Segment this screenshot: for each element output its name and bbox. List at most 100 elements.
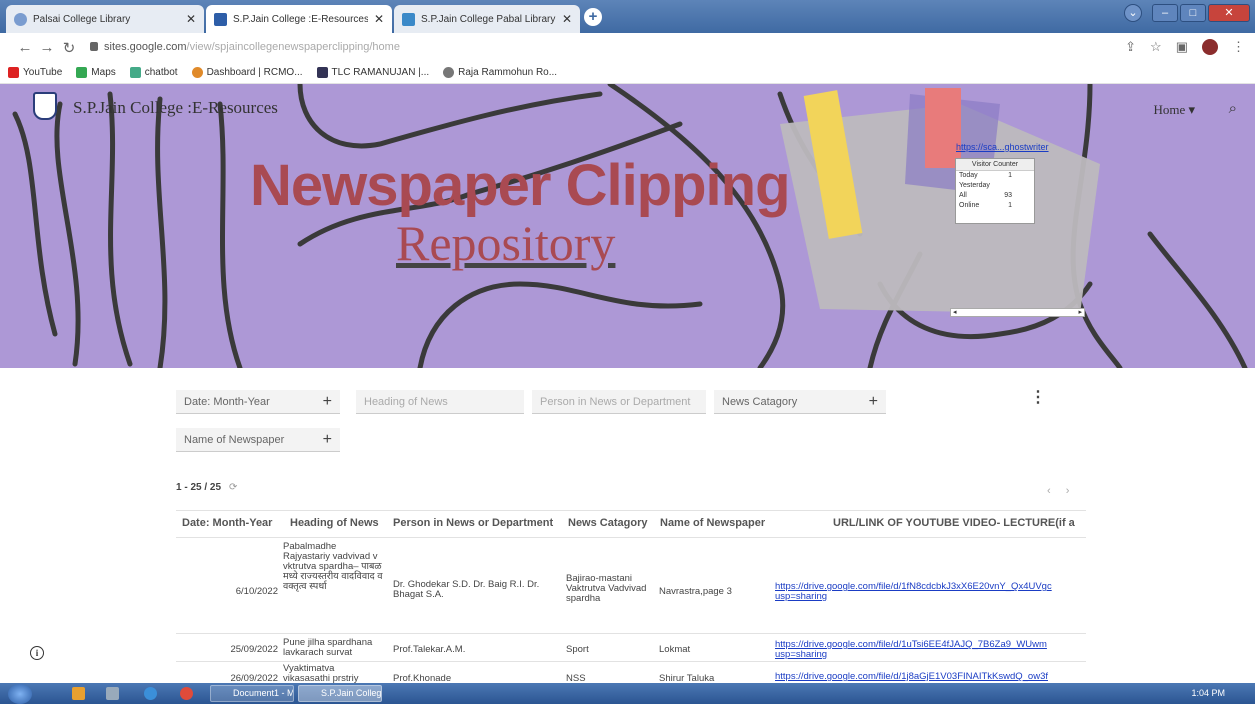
counter-row: Online 1 bbox=[959, 202, 1012, 209]
maximize-icon[interactable]: □ bbox=[1180, 4, 1206, 22]
bookmark-tlc[interactable]: TLC RAMANUJAN |... bbox=[316, 67, 430, 78]
col-header-category[interactable]: News Catagory bbox=[568, 517, 647, 529]
scroll-right-icon[interactable]: ▸ bbox=[1078, 309, 1082, 316]
info-icon[interactable]: i bbox=[30, 646, 44, 660]
system-clock[interactable]: 1:04 PM bbox=[1191, 688, 1225, 698]
cell-newspaper: Navrastra,page 3 bbox=[659, 586, 732, 597]
bookmark-label: TLC RAMANUJAN |... bbox=[331, 67, 430, 78]
tab-search-icon[interactable]: ⌄ bbox=[1124, 4, 1142, 22]
chrome-icon[interactable] bbox=[180, 687, 193, 700]
menu-icon[interactable]: ⋮ bbox=[1232, 39, 1245, 55]
share-icon[interactable]: ⇪ bbox=[1125, 39, 1136, 55]
tab-e-resources[interactable]: S.P.Jain College :E-Resources ✕ bbox=[206, 5, 392, 33]
col-header-date[interactable]: Date: Month-Year bbox=[182, 517, 272, 529]
url-path: /view/spjaincollegenewspaperclipping/hom… bbox=[186, 41, 400, 53]
filter-heading[interactable]: Heading of News bbox=[356, 390, 524, 414]
tab-library[interactable]: Palsai College Library ✕ bbox=[6, 5, 204, 33]
url-host: sites.google.com bbox=[104, 41, 187, 53]
sidepanel-icon[interactable]: ▣ bbox=[1176, 39, 1188, 55]
tab-label: S.P.Jain College Pabal Library Pr... bbox=[421, 13, 556, 25]
close-icon[interactable]: ✕ bbox=[186, 12, 196, 26]
cell-category: Sport bbox=[566, 644, 589, 655]
bookmark-raja-rammohun[interactable]: Raja Rammohun Ro... bbox=[443, 67, 557, 78]
bookmark-chatbot[interactable]: chatbot bbox=[129, 67, 178, 78]
task-chrome-window[interactable]: S.P.Jain College :E-R... bbox=[298, 685, 382, 702]
cell-link[interactable]: https://drive.google.com/file/d/1uTsi6EE… bbox=[775, 640, 1085, 660]
bookmark-dashboard[interactable]: Dashboard | RCMO... bbox=[191, 67, 303, 78]
maps-icon bbox=[76, 67, 88, 78]
home-nav-menu[interactable]: Home ▾ bbox=[1153, 102, 1195, 118]
cell-link[interactable]: https://drive.google.com/file/d/1fN8cdcb… bbox=[775, 582, 1085, 602]
filter-label: Name of Newspaper bbox=[184, 434, 285, 446]
filter-label: Heading of News bbox=[364, 396, 448, 408]
col-header-url[interactable]: URL/LINK OF YOUTUBE VIDEO- LECTURE(if a bbox=[833, 517, 1085, 529]
filter-category[interactable]: News Catagory + bbox=[714, 390, 886, 414]
bookmark-maps[interactable]: Maps bbox=[76, 67, 116, 78]
cell-date: 6/10/2022 bbox=[235, 586, 278, 597]
profile-avatar[interactable] bbox=[1202, 39, 1218, 55]
forward-icon[interactable]: → bbox=[36, 39, 58, 56]
hero-title-line2[interactable]: Repository bbox=[396, 214, 615, 272]
filter-label: News Catagory bbox=[722, 396, 798, 408]
explorer-icon[interactable] bbox=[72, 687, 85, 700]
dashboard-icon bbox=[191, 67, 203, 78]
new-tab-button[interactable]: + bbox=[584, 8, 602, 26]
reload-icon[interactable]: ↻ bbox=[58, 39, 80, 57]
ie-icon[interactable] bbox=[144, 687, 157, 700]
scroll-left-icon[interactable]: ◂ bbox=[953, 309, 957, 316]
cell-link[interactable]: https://drive.google.com/file/d/1j8aGjE1… bbox=[775, 672, 1085, 682]
task-word-document[interactable]: Document1 - Micros... bbox=[210, 685, 294, 702]
counter-row: Yesterday bbox=[959, 182, 990, 189]
cell-date: 25/09/2022 bbox=[230, 644, 278, 655]
tab-label: S.P.Jain College :E-Resources bbox=[233, 13, 368, 25]
filter-newspaper[interactable]: Name of Newspaper + bbox=[176, 428, 340, 452]
star-icon[interactable]: ☆ bbox=[1150, 39, 1162, 55]
add-filter-icon[interactable]: + bbox=[323, 428, 332, 452]
refresh-icon[interactable]: ⟳ bbox=[229, 482, 237, 493]
tab-label: Palsai College Library bbox=[33, 13, 131, 25]
cell-heading: Pabalmadhe Rajyastariy vadvivad v vktrut… bbox=[283, 541, 383, 592]
cell-person: Dr. Ghodekar S.D. Dr. Baig R.I. Dr. Bhag… bbox=[393, 579, 540, 600]
lock-icon bbox=[90, 42, 98, 51]
tab-library-portal[interactable]: S.P.Jain College Pabal Library Pr... ✕ bbox=[394, 5, 580, 33]
bookmark-label: chatbot bbox=[144, 67, 178, 78]
address-bar[interactable]: sites.google.com/view/spjaincollegenewsp… bbox=[90, 37, 1100, 58]
bookmark-youtube[interactable]: YouTube bbox=[8, 67, 62, 78]
filter-date[interactable]: Date: Month-Year + bbox=[176, 390, 340, 414]
filter-label: Date: Month-Year bbox=[184, 396, 270, 408]
os-taskbar: Document1 - Micros... S.P.Jain College :… bbox=[0, 683, 1255, 704]
cell-heading: Pune jilha spardhana lavkarach survat bbox=[283, 637, 373, 658]
search-icon[interactable]: ⌕ bbox=[1229, 100, 1237, 117]
pagination-arrows[interactable]: ‹ › bbox=[1047, 485, 1075, 497]
start-button[interactable] bbox=[8, 684, 32, 704]
close-icon[interactable]: ✕ bbox=[374, 12, 384, 26]
media-icon[interactable] bbox=[106, 687, 119, 700]
chatbot-icon bbox=[129, 67, 141, 78]
cell-newspaper: Lokmat bbox=[659, 644, 691, 655]
cell-heading: Vyaktimatva vikasasathi prstriy bbox=[283, 664, 359, 683]
globe-icon bbox=[443, 67, 455, 78]
counter-header: Visitor Counter bbox=[956, 159, 1034, 171]
tlc-icon bbox=[316, 67, 328, 78]
col-header-heading[interactable]: Heading of News bbox=[290, 517, 379, 529]
minimize-icon[interactable]: – bbox=[1152, 4, 1178, 22]
record-count: 1 - 25 / 25 ⟳ bbox=[176, 482, 237, 493]
col-header-newspaper[interactable]: Name of Newspaper bbox=[660, 517, 765, 529]
close-icon[interactable]: ✕ bbox=[562, 12, 572, 26]
window-close-icon[interactable]: ✕ bbox=[1208, 4, 1250, 22]
table-top-border bbox=[176, 510, 1086, 511]
more-options-icon[interactable]: ⋮ bbox=[1030, 390, 1046, 406]
add-filter-icon[interactable]: + bbox=[869, 390, 878, 414]
bookmark-label: Maps bbox=[91, 67, 116, 78]
embed-scrollbar[interactable]: ◂ ▸ bbox=[950, 308, 1085, 317]
visitor-counter-widget: Visitor Counter Today 1 Yesterday All 93 O… bbox=[955, 158, 1035, 224]
add-filter-icon[interactable]: + bbox=[323, 390, 332, 414]
counter-row: All 93 bbox=[959, 192, 1012, 199]
college-logo[interactable] bbox=[33, 92, 57, 120]
filter-person[interactable]: Person in News or Department bbox=[532, 390, 706, 414]
site-title[interactable]: S.P.Jain College :E-Resources bbox=[73, 98, 278, 118]
hero-title-line1: Newspaper Clipping bbox=[250, 153, 791, 218]
back-icon[interactable]: ← bbox=[14, 39, 36, 56]
visitor-counter-link[interactable]: https://sca...ghostwriter bbox=[956, 142, 1049, 152]
col-header-person[interactable]: Person in News or Department bbox=[393, 517, 553, 529]
